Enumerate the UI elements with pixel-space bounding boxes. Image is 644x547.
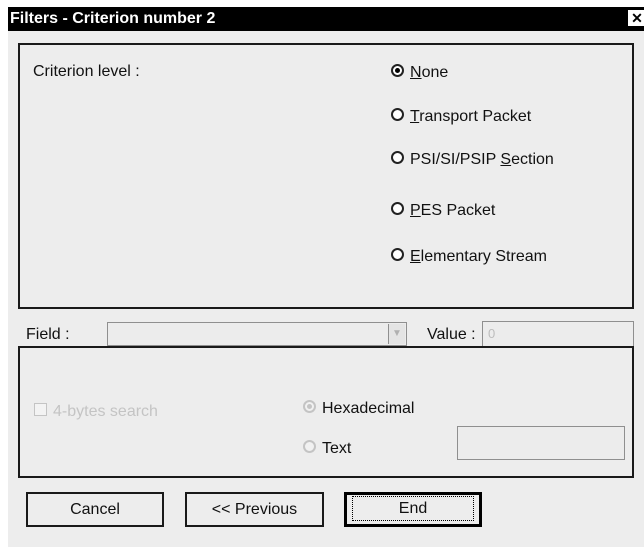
four-byte-search-label: 4-bytes search	[53, 403, 158, 420]
radio-elementary-accel: E	[410, 248, 421, 265]
radio-icon	[391, 108, 404, 122]
criterion-level-label: Criterion level :	[33, 63, 140, 80]
end-button[interactable]: End	[344, 492, 482, 527]
previous-button[interactable]: << Previous	[185, 492, 324, 527]
window-title: Filters - Criterion number 2	[10, 10, 216, 27]
radio-selected-icon	[391, 64, 404, 78]
radio-none-accel: N	[410, 64, 422, 81]
criterion-group	[18, 43, 634, 309]
radio-icon	[391, 248, 404, 262]
four-byte-search-checkbox[interactable]: 4-bytes search	[34, 402, 158, 422]
radio-transport-packet[interactable]: Transport Packet	[391, 107, 531, 127]
close-icon: ✕	[631, 10, 643, 26]
checkbox-icon	[34, 403, 47, 417]
field-select[interactable]: ▼	[107, 322, 407, 346]
radio-pes-accel: P	[410, 202, 421, 219]
radio-text[interactable]: Text	[303, 439, 351, 459]
end-button-label: End	[352, 496, 474, 521]
radio-transport-label: ransport Packet	[419, 108, 532, 125]
radio-elementary-stream[interactable]: Elementary Stream	[391, 247, 547, 267]
filters-dialog: Filters - Criterion number 2 ✕ Criterion…	[8, 7, 644, 547]
chevron-down-icon[interactable]: ▼	[388, 324, 405, 344]
value-label: Value :	[427, 326, 476, 343]
text-search-input[interactable]	[457, 426, 625, 460]
cancel-button[interactable]: Cancel	[26, 492, 164, 527]
field-label: Field :	[26, 326, 70, 343]
radio-psi-prefix: PSI/SI/PSIP	[410, 151, 501, 168]
radio-psi-label: ection	[511, 151, 554, 168]
radio-transport-accel: T	[410, 108, 420, 125]
close-button[interactable]: ✕	[628, 10, 644, 26]
value-input[interactable]: 0	[482, 321, 634, 347]
radio-hexadecimal[interactable]: Hexadecimal	[303, 399, 414, 419]
radio-elementary-label: lementary Stream	[420, 248, 547, 265]
radio-none[interactable]: None	[391, 63, 448, 83]
title-bar: Filters - Criterion number 2 ✕	[8, 7, 644, 31]
radio-pes-label: ES Packet	[420, 202, 496, 219]
radio-psi-si-psip-section[interactable]: PSI/SI/PSIP Section	[391, 150, 554, 170]
radio-text-label: Text	[322, 440, 352, 457]
radio-selected-icon	[303, 400, 316, 414]
radio-pes-packet[interactable]: PES Packet	[391, 201, 495, 221]
radio-icon	[391, 202, 404, 216]
radio-icon	[303, 440, 316, 454]
radio-none-label: one	[421, 64, 449, 81]
radio-hexadecimal-label: Hexadecimal	[322, 400, 415, 417]
radio-icon	[391, 151, 404, 165]
radio-psi-accel: S	[500, 151, 512, 168]
